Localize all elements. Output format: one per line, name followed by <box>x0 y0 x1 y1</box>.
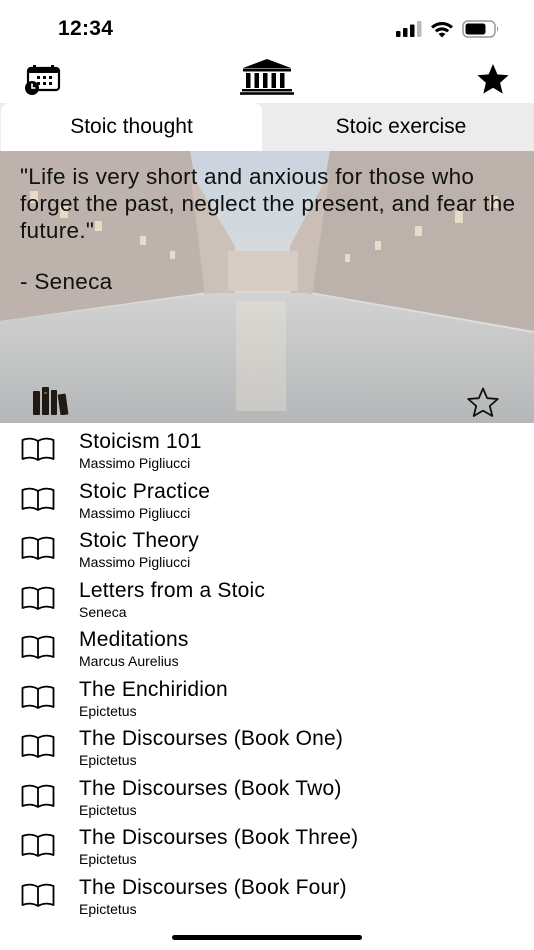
status-time: 12:34 <box>58 17 114 40</box>
book-title: The Discourses (Book Two) <box>79 776 342 800</box>
book-author: Epictetus <box>79 851 137 867</box>
book-open-icon <box>21 487 55 511</box>
book-open-icon <box>21 685 55 709</box>
book-open-icon <box>21 833 55 857</box>
list-item[interactable]: The Discourses (Book Four) Epictetus <box>0 874 534 924</box>
signal-icon <box>396 21 422 37</box>
book-author: Massimo Pigliucci <box>79 504 191 521</box>
navigation-bar <box>0 58 534 102</box>
favorite-quote-button[interactable] <box>466 387 500 422</box>
book-title: Stoic Theory <box>79 529 199 552</box>
favorites-button[interactable] <box>476 63 510 100</box>
book-author: Seneca <box>79 603 127 620</box>
book-open-icon <box>21 734 55 758</box>
book-author: Epictetus <box>79 900 137 917</box>
book-title: The Enchiridion <box>79 677 228 701</box>
book-open-icon <box>21 437 55 461</box>
book-title: Meditations <box>79 628 189 651</box>
book-title: Stoicism 101 <box>79 430 202 453</box>
calendar-clock-button[interactable] <box>24 65 62 100</box>
list-item[interactable]: Stoic Practice Massimo Pigliucci <box>0 478 534 528</box>
tab-stoic-thought[interactable]: Stoic thought <box>1 103 262 151</box>
temple-icon <box>240 59 294 95</box>
tab-label: Stoic thought <box>70 115 193 138</box>
tab-label: Stoic exercise <box>335 115 467 138</box>
book-title: The Discourses (Book Three) <box>79 826 359 849</box>
book-open-icon <box>21 586 55 610</box>
book-author: Massimo Pigliucci <box>79 455 191 471</box>
list-item[interactable]: Letters from a Stoic Seneca <box>0 577 534 627</box>
book-title: Stoic Practice <box>79 479 211 503</box>
quote-text: "Life is very short and anxious for thos… <box>20 164 516 243</box>
list-item[interactable]: The Discourses (Book One) Epictetus <box>0 725 534 775</box>
book-author: Massimo Pigliucci <box>79 554 191 570</box>
book-author: Epictetus <box>79 752 137 768</box>
home-indicator[interactable] <box>172 935 362 940</box>
list-item[interactable]: Meditations Marcus Aurelius <box>0 626 534 676</box>
book-open-icon <box>21 536 55 560</box>
status-icons <box>396 20 500 38</box>
segmented-tabs: Stoic thought Stoic exercise <box>0 103 534 151</box>
book-open-icon <box>21 635 55 659</box>
book-list: Stoicism 101 Massimo Pigliucci Stoic Pra… <box>0 428 534 923</box>
book-open-icon <box>21 883 55 907</box>
list-item[interactable]: The Enchiridion Epictetus <box>0 676 534 726</box>
list-item[interactable]: The Discourses (Book Three) Epictetus <box>0 824 534 874</box>
list-item[interactable]: The Discourses (Book Two) Epictetus <box>0 775 534 825</box>
battery-icon <box>462 20 499 38</box>
calendar-clock-icon <box>25 65 61 95</box>
quote-card: "Life is very short and anxious for thos… <box>0 151 534 423</box>
book-author: Epictetus <box>79 801 137 818</box>
list-item[interactable]: Stoicism 101 Massimo Pigliucci <box>0 428 534 478</box>
tab-stoic-exercise[interactable]: Stoic exercise <box>268 103 534 151</box>
book-author: Epictetus <box>79 702 137 719</box>
star-filled-icon <box>477 64 509 94</box>
star-outline-icon <box>467 387 499 417</box>
status-bar: 12:34 <box>0 0 534 58</box>
list-item[interactable]: Stoic Theory Massimo Pigliucci <box>0 527 534 577</box>
home-temple-button[interactable] <box>240 59 294 100</box>
quote-author: - Seneca <box>20 269 113 294</box>
library-button[interactable] <box>33 387 69 420</box>
book-open-icon <box>21 784 55 808</box>
wifi-icon <box>431 21 453 37</box>
books-icon <box>33 387 69 416</box>
book-title: The Discourses (Book Four) <box>79 875 347 899</box>
book-author: Marcus Aurelius <box>79 653 179 669</box>
book-title: The Discourses (Book One) <box>79 727 344 750</box>
book-title: Letters from a Stoic <box>79 578 266 602</box>
